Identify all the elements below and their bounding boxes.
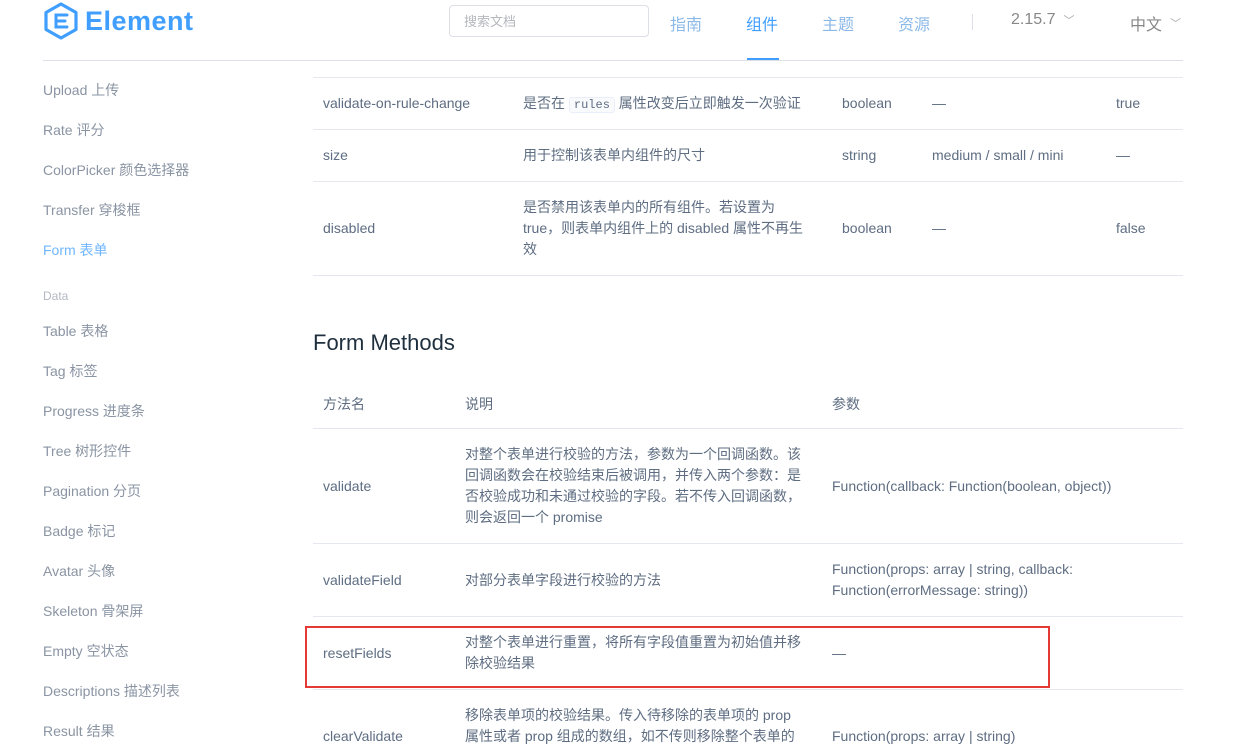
table-row-divider [313,181,1183,182]
sidebar-item-table[interactable]: Table 表格 [43,321,108,341]
sidebar-group-data: Data [43,289,69,303]
element-logo-icon [44,2,78,40]
sidebar-item-tree[interactable]: Tree 树形控件 [43,441,131,461]
chevron-down-icon: ﹀ [1170,18,1182,30]
table-row-divider [313,129,1183,130]
version-dropdown[interactable]: 2.15.7 ﹀ [1011,11,1074,29]
attr-options: — [932,220,946,236]
top-header: Element 指南 组件 主题 资源 2.15.7 ﹀ 中文 ﹀ [0,0,1259,61]
method-name: validate [323,478,372,494]
method-name: validateField [323,572,402,588]
table-row-divider [313,689,1183,690]
nav-guide[interactable]: 指南 [670,11,702,35]
rules-code: rules [568,97,615,113]
sidebar-item-rate[interactable]: Rate 评分 [43,120,104,140]
language-dropdown[interactable]: 中文 ﹀ [1130,11,1181,35]
nav-divider [972,14,973,30]
sidebar-item-upload[interactable]: Upload 上传 [43,80,119,100]
language-label: 中文 [1130,17,1163,34]
sidebar-item-empty[interactable]: Empty 空状态 [43,641,129,661]
method-desc-line: 属性或者 prop 组成的数组，如不传则移除整个表单的 [465,728,795,744]
table-row-divider [313,616,1183,617]
method-desc-line: 移除表单项的校验结果。传入待移除的表单项的 prop [465,707,791,723]
attr-type: boolean [842,95,892,111]
method-params: Function(callback: Function(boolean, obj… [832,478,1112,494]
attr-type: string [842,147,877,163]
sidebar-item-skeleton[interactable]: Skeleton 骨架屏 [43,601,143,621]
attr-default: true [1116,95,1141,111]
attr-desc-line: 是否禁用该表单内的所有组件。若设置为 [523,199,775,215]
sidebar-item-progress[interactable]: Progress 进度条 [43,401,145,421]
method-desc-line: 对整个表单进行校验的方法，参数为一个回调函数。该 [465,446,801,462]
table-row-divider [313,428,1183,429]
method-desc-line: 回调函数会在校验结束后被调用，并传入两个参数：是 [465,467,801,483]
version-label: 2.15.7 [1011,11,1056,28]
table-row-divider [313,77,1183,78]
chevron-down-icon: ﹀ [1063,15,1075,27]
sidebar-item-pagination[interactable]: Pagination 分页 [43,481,141,501]
nav-resource[interactable]: 资源 [898,11,930,35]
sidebar-item-result[interactable]: Result 结果 [43,721,115,741]
table-row-divider [313,543,1183,544]
method-desc-line: 否校验成功和未通过校验的字段。若不传入回调函数， [465,488,801,504]
attr-desc: 用于控制该表单内组件的尺寸 [523,147,705,163]
attr-name: size [323,147,348,163]
method-desc-line: 则会返回一个 promise [465,509,603,525]
search-input[interactable] [449,5,649,37]
column-header-params: 参数 [832,396,860,412]
column-header-desc: 说明 [465,396,493,412]
method-desc-line: 除校验结果 [465,655,535,671]
method-name: resetFields [323,645,392,661]
attr-desc-line: true，则表单内组件上的 disabled 属性不再生 [523,220,804,236]
sidebar-item-badge[interactable]: Badge 标记 [43,521,115,541]
method-desc-line: 对部分表单字段进行校验的方法 [465,572,661,588]
method-params: Function(props: array | string) [832,728,1016,744]
attr-name: validate-on-rule-change [323,95,471,111]
attr-type: boolean [842,220,892,236]
attr-desc-line: 效 [523,241,537,257]
method-desc-line: 对整个表单进行重置，将所有字段值重置为初始值并移 [465,634,801,650]
sidebar-item-tag[interactable]: Tag 标签 [43,361,97,381]
attr-name: disabled [323,220,376,236]
nav-component[interactable]: 组件 [746,11,778,35]
method-params: — [832,645,846,661]
attr-options: — [932,95,946,111]
logo-text: Element [85,5,194,36]
table-row-divider [313,275,1183,276]
method-name: clearValidate [323,728,403,744]
attr-default: — [1116,147,1130,163]
attr-options: medium / small / mini [932,147,1064,163]
column-header-name: 方法名 [323,396,365,412]
section-title: Form Methods [313,330,455,355]
sidebar-item-colorpicker[interactable]: ColorPicker 颜色选择器 [43,160,189,180]
sidebar-item-descriptions[interactable]: Descriptions 描述列表 [43,681,180,701]
sidebar-item-transfer[interactable]: Transfer 穿梭框 [43,200,141,220]
element-logo[interactable]: Element [43,2,194,40]
method-params-line: Function(errorMessage: string)) [832,582,1029,598]
sidebar-item-avatar[interactable]: Avatar 头像 [43,561,115,581]
sidebar-item-form[interactable]: Form 表单 [43,240,108,260]
method-params-line: Function(props: array | string, callback… [832,561,1073,577]
attr-default: false [1116,220,1146,236]
attr-desc: 是否在 rules 属性改变后立即触发一次验证 [523,95,801,113]
header-divider [43,60,1183,61]
nav-theme[interactable]: 主题 [822,11,854,35]
